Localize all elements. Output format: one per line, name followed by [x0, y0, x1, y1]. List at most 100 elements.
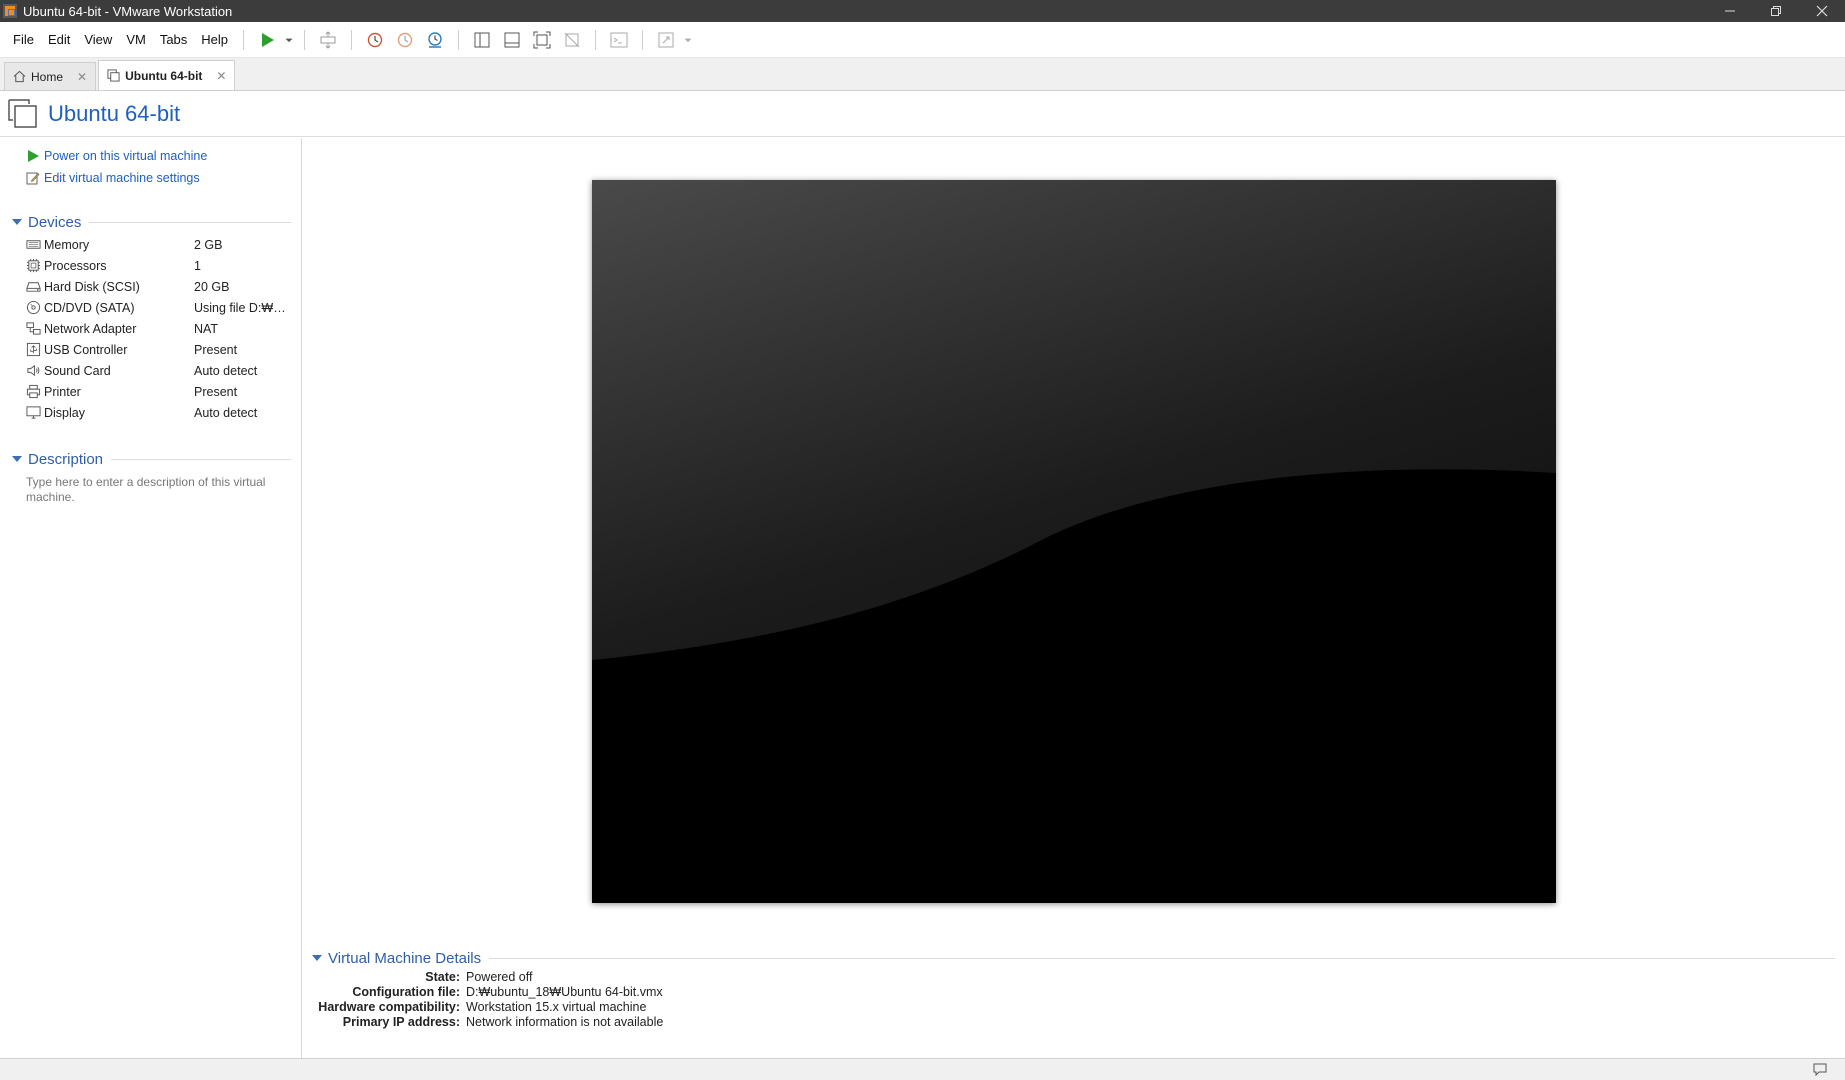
- device-name: Printer: [44, 384, 81, 399]
- detail-value: Powered off: [466, 970, 533, 984]
- stretch-dropdown-button[interactable]: [681, 27, 695, 53]
- detail-row-hardware: Hardware compatibility: Workstation 15.x…: [312, 1000, 1845, 1015]
- console-view-button[interactable]: [604, 27, 634, 53]
- revert-snapshot-button[interactable]: [390, 27, 420, 53]
- edit-settings-link[interactable]: Edit virtual machine settings: [26, 168, 301, 188]
- fullscreen-button[interactable]: [527, 27, 557, 53]
- device-value: 20 GB: [194, 279, 230, 294]
- device-row-processors[interactable]: Processors 1: [26, 255, 301, 276]
- cd-dvd-icon: [26, 300, 42, 316]
- memory-icon: [26, 237, 42, 253]
- tab-strip: Home ✕ Ubuntu 64-bit ✕: [0, 58, 1845, 91]
- tab-ubuntu[interactable]: Ubuntu 64-bit ✕: [98, 60, 236, 90]
- menu-view[interactable]: View: [77, 32, 119, 47]
- description-field[interactable]: Type here to enter a description of this…: [26, 475, 276, 505]
- device-row-display[interactable]: Display Auto detect: [26, 402, 301, 423]
- sound-icon: [26, 363, 42, 379]
- detail-key: Primary IP address:: [342, 1015, 460, 1029]
- tab-home[interactable]: Home ✕: [4, 62, 97, 90]
- power-on-button[interactable]: [252, 27, 282, 53]
- close-tab-icon[interactable]: ✕: [216, 69, 226, 83]
- detail-key: Hardware compatibility:: [318, 1000, 460, 1014]
- menu-file[interactable]: File: [6, 32, 41, 47]
- details-section-header[interactable]: Virtual Machine Details: [312, 948, 1845, 968]
- display-icon: [26, 405, 42, 421]
- restore-button[interactable]: [1753, 0, 1799, 22]
- menu-tabs[interactable]: Tabs: [153, 32, 194, 47]
- minimize-icon: [1725, 10, 1735, 12]
- close-icon: [1816, 5, 1828, 17]
- snapshot-manager-icon: [428, 31, 442, 48]
- window-title: Ubuntu 64-bit - VMware Workstation: [23, 3, 233, 19]
- close-button[interactable]: [1799, 0, 1845, 22]
- minimize-button[interactable]: [1707, 0, 1753, 22]
- device-name: CD/DVD (SATA): [44, 300, 135, 315]
- device-row-memory[interactable]: Memory 2 GB: [26, 234, 301, 255]
- device-value: 1: [194, 258, 201, 273]
- tab-label: Ubuntu 64-bit: [125, 68, 203, 83]
- printer-icon: [26, 384, 42, 400]
- unity-icon: [564, 32, 580, 47]
- menu-edit[interactable]: Edit: [41, 32, 77, 47]
- restore-icon: [1771, 6, 1781, 16]
- vmware-app-icon: [3, 4, 17, 18]
- power-dropdown-button[interactable]: [282, 27, 296, 53]
- snapshot-manager-button[interactable]: [420, 27, 450, 53]
- device-row-sound-card[interactable]: Sound Card Auto detect: [26, 360, 301, 381]
- status-bar: [0, 1058, 1845, 1080]
- toolbar-separator: [458, 29, 460, 50]
- menu-help[interactable]: Help: [194, 32, 235, 47]
- device-row-cd-dvd[interactable]: CD/DVD (SATA) Using file D:₩Cl...: [26, 297, 301, 318]
- description-section-header[interactable]: Description: [12, 449, 301, 469]
- menu-vm[interactable]: VM: [119, 32, 153, 47]
- device-name: USB Controller: [44, 342, 128, 357]
- library-view-icon: [474, 32, 490, 47]
- power-on-label: Power on this virtual machine: [44, 149, 208, 163]
- section-divider: [489, 957, 1835, 959]
- device-name: Network Adapter: [44, 321, 137, 336]
- thumbnail-view-button[interactable]: [497, 27, 527, 53]
- take-snapshot-button[interactable]: [360, 27, 390, 53]
- play-icon: [26, 149, 40, 163]
- collapse-triangle-icon: [12, 219, 22, 225]
- device-name: Display: [44, 405, 85, 420]
- detail-value: Workstation 15.x virtual machine: [466, 1000, 647, 1014]
- device-list: Memory 2 GB Processors 1 Hard Disk (SCSI…: [26, 234, 301, 423]
- tab-label: Home: [31, 69, 64, 84]
- send-ctrl-alt-del-button[interactable]: [313, 27, 343, 53]
- device-row-network-adapter[interactable]: Network Adapter NAT: [26, 318, 301, 339]
- page-title: Ubuntu 64-bit: [48, 101, 181, 126]
- window-controls: [1707, 0, 1845, 22]
- device-row-printer[interactable]: Printer Present: [26, 381, 301, 402]
- detail-row-state: State: Powered off: [312, 970, 1845, 985]
- device-value: Auto detect: [194, 363, 258, 378]
- menu-toolbar: File Edit View VM Tabs Help: [0, 22, 1845, 58]
- device-value: NAT: [194, 321, 219, 336]
- detail-key: State:: [425, 970, 460, 984]
- fullscreen-icon: [533, 31, 551, 48]
- devices-section-header[interactable]: Devices: [12, 212, 301, 232]
- toolbar-separator: [243, 29, 245, 50]
- library-view-button[interactable]: [467, 27, 497, 53]
- device-row-hard-disk[interactable]: Hard Disk (SCSI) 20 GB: [26, 276, 301, 297]
- vm-screen-preview[interactable]: [592, 180, 1556, 903]
- stretch-icon: [658, 32, 674, 47]
- unity-button[interactable]: [557, 27, 587, 53]
- detail-value: Network information is not available: [466, 1015, 664, 1029]
- description-heading: Description: [28, 450, 104, 468]
- toolbar-separator: [595, 29, 597, 50]
- edit-settings-label: Edit virtual machine settings: [44, 171, 200, 185]
- vm-large-icon: [8, 99, 37, 128]
- close-tab-icon[interactable]: ✕: [77, 70, 87, 84]
- collapse-triangle-icon: [312, 955, 322, 961]
- device-value: Using file D:₩Cl...: [194, 300, 294, 315]
- stretch-button[interactable]: [651, 27, 681, 53]
- preview-thumbnail: [592, 180, 1556, 903]
- message-log-icon[interactable]: [1813, 1063, 1827, 1076]
- title-bar: Ubuntu 64-bit - VMware Workstation: [0, 0, 1845, 22]
- collapse-triangle-icon: [12, 456, 22, 462]
- device-row-usb-controller[interactable]: USB Controller Present: [26, 339, 301, 360]
- vm-summary-panel: Power on this virtual machine Edit virtu…: [0, 138, 302, 1058]
- power-on-link[interactable]: Power on this virtual machine: [26, 146, 301, 166]
- console-icon: [610, 32, 628, 47]
